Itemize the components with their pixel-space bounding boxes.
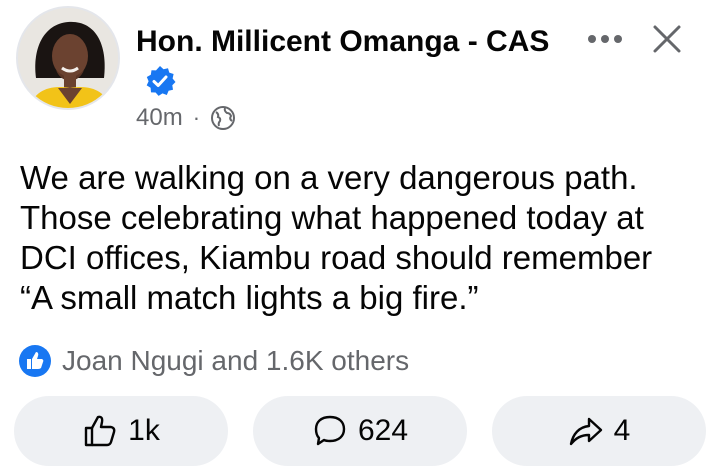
share-icon <box>569 417 602 446</box>
avatar-image <box>18 8 118 108</box>
like-count: 1k <box>128 414 160 447</box>
share-button[interactable]: 4 <box>492 396 706 466</box>
comment-icon <box>314 415 346 446</box>
verified-badge-icon <box>144 65 176 97</box>
thumbs-up-icon <box>84 415 116 447</box>
post-timestamp[interactable]: 40m <box>136 104 183 132</box>
more-options-icon[interactable] <box>585 27 625 51</box>
author-name-block[interactable]: Hon. Millicent Omanga - CAS <box>136 22 556 102</box>
comment-count: 624 <box>357 414 409 447</box>
comment-button[interactable]: 624 <box>253 396 467 466</box>
post-meta: 40m · <box>136 104 236 132</box>
meta-separator: · <box>192 105 201 130</box>
post-body-text: We are walking on a very dangerous path.… <box>20 159 653 316</box>
post-actions-bar: 1k 624 4 <box>0 396 720 468</box>
like-icon <box>19 345 51 377</box>
close-icon[interactable] <box>650 22 684 56</box>
reactions-summary[interactable]: Joan Ngugi and 1.6K others <box>18 344 409 378</box>
globe-icon <box>211 106 236 130</box>
reactions-text[interactable]: Joan Ngugi and 1.6K others <box>62 345 409 377</box>
like-button[interactable]: 1k <box>14 396 228 466</box>
share-count: 4 <box>613 414 631 447</box>
author-avatar[interactable] <box>16 6 120 110</box>
post-header: Hon. Millicent Omanga - CAS 40m · <box>0 0 720 140</box>
author-name[interactable]: Hon. Millicent Omanga - CAS <box>136 25 549 58</box>
